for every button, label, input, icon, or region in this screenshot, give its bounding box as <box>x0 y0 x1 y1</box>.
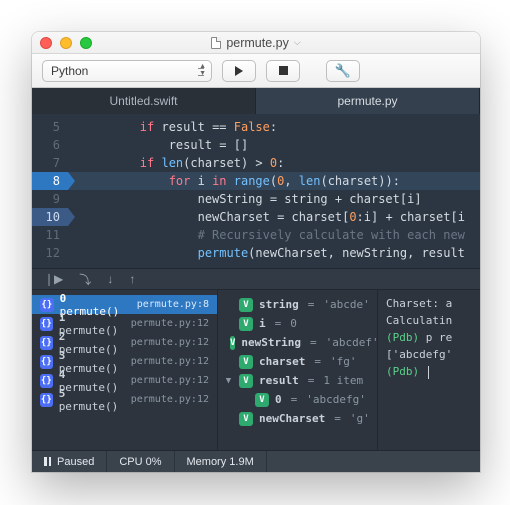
settings-button[interactable]: 🔧 <box>326 60 360 82</box>
zoom-window-button[interactable] <box>80 37 92 49</box>
ide-window: permute.py ⌵ Python ▲▼ 🔧 Untitled.swiftp… <box>32 32 480 472</box>
stop-icon <box>279 66 288 75</box>
console-line: Calculatin <box>386 312 472 329</box>
frame-badge-icon: {} <box>40 317 53 331</box>
window-filename: permute.py <box>226 36 289 50</box>
continue-button[interactable]: ❘▶ <box>44 272 63 286</box>
var-badge-icon: V <box>255 393 269 407</box>
code-editor[interactable]: 56789101112 if result == False: result =… <box>32 114 480 268</box>
select-updown-icon: ▲▼ <box>199 63 206 77</box>
play-icon <box>235 66 243 76</box>
file-tab[interactable]: Untitled.swift <box>32 88 256 114</box>
disclosure-triangle-icon[interactable]: ▼ <box>224 376 233 386</box>
traffic-lights <box>40 37 92 49</box>
file-tabs: Untitled.swiftpermute.py <box>32 88 480 114</box>
minimize-window-button[interactable] <box>60 37 72 49</box>
variables-pane[interactable]: Vstring='abcde'Vi=0VnewString='abcdef'Vc… <box>218 290 378 450</box>
frame-badge-icon: {} <box>40 355 53 369</box>
code-area[interactable]: if result == False: result = [] if len(c… <box>68 114 480 268</box>
var-badge-icon: V <box>239 374 253 388</box>
language-select[interactable]: Python ▲▼ <box>42 60 212 82</box>
frame-badge-icon: {} <box>40 336 53 350</box>
status-state[interactable]: Paused <box>32 451 107 472</box>
variable-row[interactable]: Vstring='abcde' <box>218 295 377 314</box>
debug-panels: {}0 permute()permute.py:8{}1 permute()pe… <box>32 290 480 450</box>
variable-row[interactable]: Vcharset='fg' <box>218 352 377 371</box>
step-over-button[interactable]: ⤵ <box>79 271 91 288</box>
toolbar: Python ▲▼ 🔧 <box>32 54 480 88</box>
file-tab[interactable]: permute.py <box>256 88 480 114</box>
wrench-icon: 🔧 <box>335 63 351 79</box>
line-gutter[interactable]: 56789101112 <box>32 114 68 268</box>
pause-icon <box>44 457 51 466</box>
status-bar: Paused CPU 0% Memory 1.9M <box>32 450 480 472</box>
variable-row[interactable]: VnewCharset='g' <box>218 409 377 428</box>
frame-badge-icon: {} <box>40 298 54 312</box>
variable-row[interactable]: Vi=0 <box>218 314 377 333</box>
var-badge-icon: V <box>239 412 253 426</box>
var-badge-icon: V <box>239 317 253 331</box>
callstack-pane[interactable]: {}0 permute()permute.py:8{}1 permute()pe… <box>32 290 218 450</box>
status-cpu: CPU 0% <box>107 451 174 472</box>
frame-badge-icon: {} <box>40 393 53 407</box>
window-title: permute.py ⌵ <box>32 36 480 50</box>
variable-row[interactable]: ▼Vresult=1 item <box>218 371 377 390</box>
variable-row[interactable]: V0='abcdefg' <box>218 390 377 409</box>
close-window-button[interactable] <box>40 37 52 49</box>
debug-controls: ❘▶ ⤵ ↓ ↑ <box>32 268 480 290</box>
console-line: Charset: a <box>386 295 472 312</box>
step-into-button[interactable]: ↓ <box>107 272 113 286</box>
var-badge-icon: V <box>230 336 235 350</box>
file-icon <box>211 37 221 49</box>
callstack-frame[interactable]: {}5 permute()permute.py:12 <box>32 390 217 409</box>
frame-badge-icon: {} <box>40 374 53 388</box>
step-out-button[interactable]: ↑ <box>129 272 135 286</box>
console-line: (Pdb) p re <box>386 329 472 346</box>
run-button[interactable] <box>222 60 256 82</box>
console-pane[interactable]: Charset: aCalculatin(Pdb) p re['abcdefg'… <box>378 290 480 450</box>
status-memory: Memory 1.9M <box>175 451 267 472</box>
stop-button[interactable] <box>266 60 300 82</box>
titlebar[interactable]: permute.py ⌵ <box>32 32 480 54</box>
var-badge-icon: V <box>239 298 253 312</box>
var-badge-icon: V <box>239 355 253 369</box>
console-line: ['abcdefg' <box>386 346 472 363</box>
console-line: (Pdb) <box>386 363 472 380</box>
status-state-label: Paused <box>57 456 94 468</box>
variable-row[interactable]: VnewString='abcdef' <box>218 333 377 352</box>
title-proxy-caret-icon: ⌵ <box>294 37 301 48</box>
language-select-value: Python <box>51 64 88 78</box>
